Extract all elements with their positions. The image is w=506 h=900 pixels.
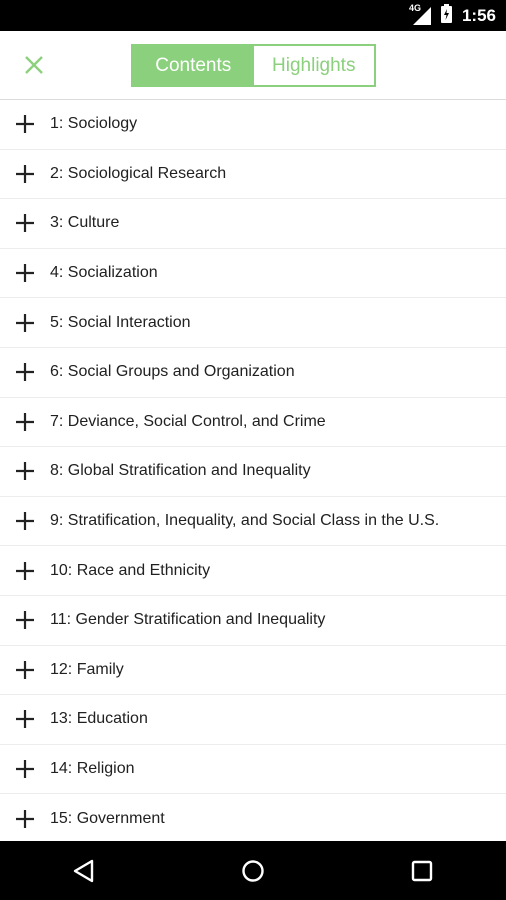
chapter-title: 3: Culture xyxy=(50,214,120,232)
tab-highlights[interactable]: Highlights xyxy=(253,46,374,85)
chapter-title: 1: Sociology xyxy=(50,115,138,133)
chapter-title: 8: Global Stratification and Inequality xyxy=(50,462,311,480)
chapter-row[interactable]: 2: Sociological Research xyxy=(0,150,506,200)
status-time: 1:56 xyxy=(461,5,496,25)
expand-plus-icon[interactable] xyxy=(0,645,50,694)
expand-plus-icon[interactable] xyxy=(0,497,50,546)
expand-plus-icon[interactable] xyxy=(0,100,50,149)
expand-plus-icon[interactable] xyxy=(0,596,50,645)
expand-plus-icon[interactable] xyxy=(0,348,50,397)
home-icon xyxy=(242,859,264,882)
chapter-row[interactable]: 11: Gender Stratification and Inequality xyxy=(0,596,506,646)
chapter-list: 1: Sociology 2: Sociological Research 3: C… xyxy=(0,100,506,841)
chapter-row[interactable]: 13: Education xyxy=(0,695,506,745)
tab-contents[interactable]: Contents xyxy=(133,46,254,85)
chapter-row[interactable]: 8: Global Stratification and Inequality xyxy=(0,447,506,497)
home-button[interactable] xyxy=(223,846,283,896)
chapter-title: 2: Sociological Research xyxy=(50,164,227,182)
chapter-title: 9: Stratification, Inequality, and Socia… xyxy=(50,512,440,530)
back-icon xyxy=(74,859,94,882)
status-bar: 4G 1:56 xyxy=(0,0,506,31)
expand-plus-icon[interactable] xyxy=(0,149,50,198)
chapter-row[interactable]: 5: Social Interaction xyxy=(0,298,506,348)
expand-plus-icon[interactable] xyxy=(0,794,50,841)
recents-icon xyxy=(411,860,432,881)
tab-switcher: Contents Highlights xyxy=(131,44,376,87)
chapter-row[interactable]: 4: Socialization xyxy=(0,249,506,299)
chapter-row[interactable]: 9: Stratification, Inequality, and Socia… xyxy=(0,497,506,547)
chapter-title: 7: Deviance, Social Control, and Crime xyxy=(50,412,326,430)
chapter-title: 6: Social Groups and Organization xyxy=(50,363,295,381)
expand-plus-icon[interactable] xyxy=(0,745,50,794)
chapter-row[interactable]: 10: Race and Ethnicity xyxy=(0,546,506,596)
expand-plus-icon[interactable] xyxy=(0,298,50,347)
close-icon xyxy=(25,56,43,74)
battery-icon xyxy=(440,3,452,28)
chapter-row[interactable]: 12: Family xyxy=(0,646,506,696)
chapter-title: 4: Socialization xyxy=(50,264,158,282)
expand-plus-icon[interactable] xyxy=(0,546,50,595)
chapter-title: 11: Gender Stratification and Inequality xyxy=(50,611,326,629)
chapter-title: 14: Religion xyxy=(50,760,135,778)
close-button[interactable] xyxy=(14,45,54,85)
chapter-title: 13: Education xyxy=(50,710,148,728)
toolbar: Contents Highlights xyxy=(0,31,506,100)
expand-plus-icon[interactable] xyxy=(0,199,50,248)
chapter-title: 5: Social Interaction xyxy=(50,313,191,331)
expand-plus-icon[interactable] xyxy=(0,447,50,496)
expand-plus-icon[interactable] xyxy=(0,397,50,446)
expand-plus-icon[interactable] xyxy=(0,695,50,744)
navigation-bar xyxy=(0,841,506,900)
chapter-title: 15: Government xyxy=(50,809,165,827)
signal-icon: 4G xyxy=(409,3,433,25)
chapter-row[interactable]: 6: Social Groups and Organization xyxy=(0,348,506,398)
chapter-row[interactable]: 15: Government xyxy=(0,794,506,841)
recents-button[interactable] xyxy=(392,846,452,896)
chapter-row[interactable]: 1: Sociology xyxy=(0,100,506,150)
chapter-row[interactable]: 7: Deviance, Social Control, and Crime xyxy=(0,398,506,448)
chapter-row[interactable]: 3: Culture xyxy=(0,199,506,249)
expand-plus-icon[interactable] xyxy=(0,249,50,298)
chapter-row[interactable]: 14: Religion xyxy=(0,745,506,795)
back-button[interactable] xyxy=(54,846,114,896)
chapter-title: 10: Race and Ethnicity xyxy=(50,561,211,579)
chapter-title: 12: Family xyxy=(50,660,124,678)
